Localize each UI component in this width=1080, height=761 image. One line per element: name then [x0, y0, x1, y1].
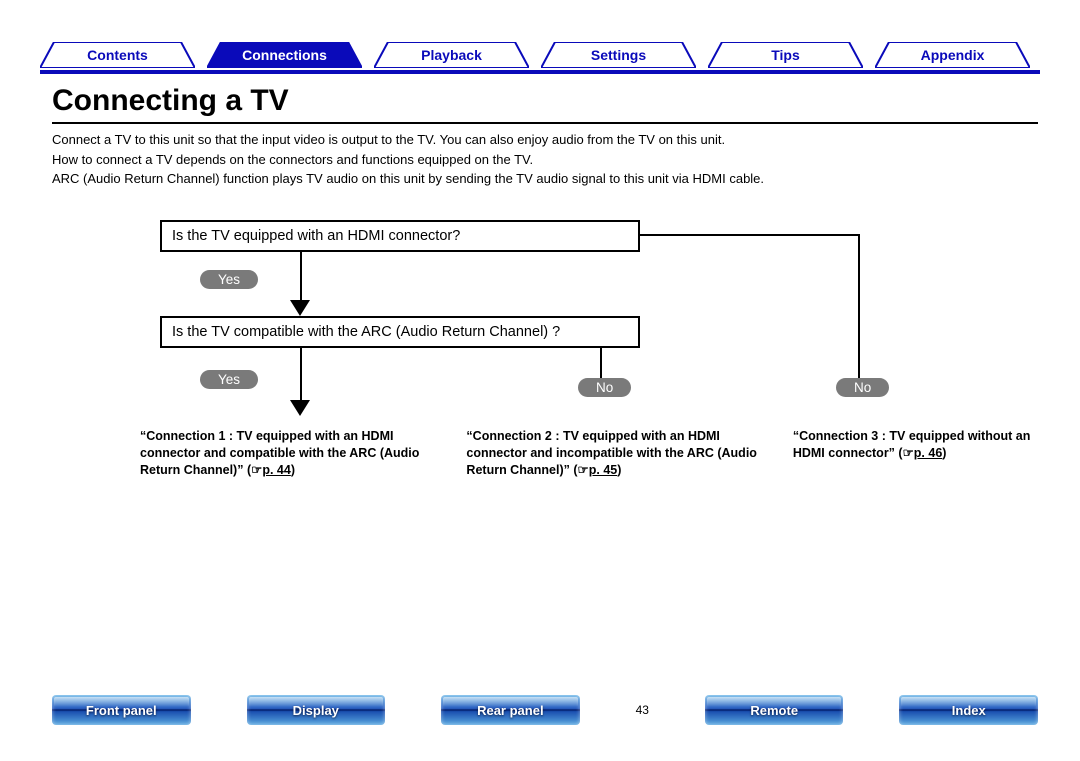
- tab-appendix[interactable]: Appendix: [875, 42, 1030, 68]
- flow-no-2: No: [836, 378, 889, 397]
- flow-question-2: Is the TV compatible with the ARC (Audio…: [160, 316, 640, 348]
- page-number: 43: [636, 703, 649, 717]
- connection-options: “Connection 1 : TV equipped with an HDMI…: [140, 428, 1038, 479]
- title-underline: [52, 122, 1038, 124]
- tab-connections[interactable]: Connections: [207, 42, 362, 68]
- arrow-down-icon: [290, 300, 310, 316]
- tab-settings[interactable]: Settings: [541, 42, 696, 68]
- flow-yes-1: Yes: [200, 270, 258, 289]
- nav-front-panel[interactable]: Front panel: [52, 695, 191, 725]
- intro-line: Connect a TV to this unit so that the in…: [52, 130, 1038, 150]
- connection-2[interactable]: “Connection 2 : TV equipped with an HDMI…: [466, 428, 772, 479]
- arrow-down-icon: [290, 400, 310, 416]
- flow-line: [640, 234, 860, 236]
- flow-yes-2: Yes: [200, 370, 258, 389]
- top-nav: Contents Connections Playback Settings T…: [40, 40, 1040, 70]
- intro-text: Connect a TV to this unit so that the in…: [52, 130, 1038, 189]
- nav-rear-panel[interactable]: Rear panel: [441, 695, 580, 725]
- flow-no-1: No: [578, 378, 631, 397]
- flow-line: [858, 234, 860, 380]
- tab-tips[interactable]: Tips: [708, 42, 863, 68]
- nav-display[interactable]: Display: [247, 695, 386, 725]
- intro-line: ARC (Audio Return Channel) function play…: [52, 169, 1038, 189]
- connection-3[interactable]: “Connection 3 : TV equipped without an H…: [793, 428, 1038, 479]
- nav-remote[interactable]: Remote: [705, 695, 844, 725]
- tab-contents[interactable]: Contents: [40, 42, 195, 68]
- nav-underline: [40, 70, 1040, 74]
- connection-1[interactable]: “Connection 1 : TV equipped with an HDMI…: [140, 428, 446, 479]
- tab-playback[interactable]: Playback: [374, 42, 529, 68]
- bottom-nav: Front panel Display Rear panel 43 Remote…: [52, 693, 1038, 727]
- page-title: Connecting a TV: [52, 84, 289, 118]
- nav-index[interactable]: Index: [899, 695, 1038, 725]
- flow-line: [300, 346, 302, 406]
- flow-line: [600, 346, 602, 380]
- intro-line: How to connect a TV depends on the conne…: [52, 150, 1038, 170]
- flow-question-1: Is the TV equipped with an HDMI connecto…: [160, 220, 640, 252]
